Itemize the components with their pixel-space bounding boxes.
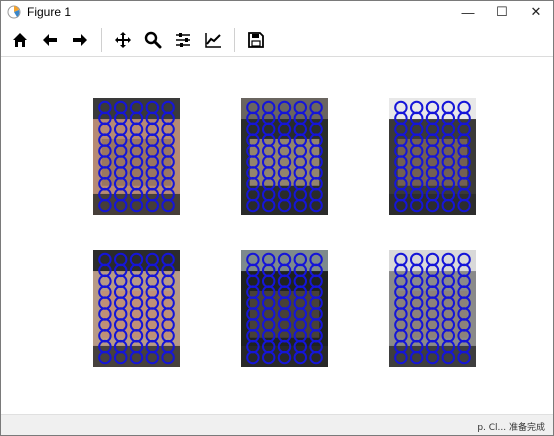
figure-window: Figure 1 — ☐ ✕ p. Cl... 准备完成 (0, 0, 554, 436)
back-button[interactable] (36, 26, 64, 54)
image-6 (389, 250, 476, 367)
image-4 (93, 250, 180, 367)
toolbar-separator (234, 27, 235, 52)
figure-canvas[interactable] (5, 58, 549, 416)
pan-button[interactable] (109, 26, 137, 54)
image-1 (93, 98, 180, 215)
toolbar-separator (101, 27, 102, 52)
status-bar: p. Cl... 准备完成 (1, 414, 553, 435)
forward-icon (73, 33, 87, 46)
image-panel-5 (241, 250, 328, 367)
title-bar[interactable]: Figure 1 — ☐ ✕ (1, 1, 553, 23)
home-icon (13, 32, 27, 47)
image-panel-3 (389, 98, 476, 215)
home-button[interactable] (6, 26, 34, 54)
image-panel-4 (93, 250, 180, 367)
configure-subplots-button[interactable] (169, 26, 197, 54)
configure-subplots-icon (176, 32, 190, 47)
save-icon (248, 31, 264, 48)
zoom-button[interactable] (139, 26, 167, 54)
navigation-toolbar (1, 23, 553, 57)
image-panel-2 (241, 98, 328, 215)
edit-axis-button[interactable] (199, 26, 227, 54)
image-panel-6 (389, 250, 476, 367)
save-button[interactable] (242, 26, 270, 54)
image-panel-1 (93, 98, 180, 215)
image-3 (389, 98, 476, 215)
edit-axis-icon (205, 32, 221, 48)
matplotlib-logo-icon (7, 5, 21, 19)
window-title: Figure 1 (27, 5, 72, 19)
image-5 (241, 250, 328, 367)
maximize-button[interactable]: ☐ (485, 1, 519, 23)
back-icon (43, 33, 57, 46)
forward-button[interactable] (66, 26, 94, 54)
background-window-text: p. Cl... 准备完成 (477, 423, 545, 433)
pan-icon (115, 31, 131, 48)
minimize-button[interactable]: — (451, 1, 485, 23)
zoom-icon (144, 31, 162, 48)
image-2 (241, 98, 328, 215)
close-button[interactable]: ✕ (519, 1, 553, 23)
